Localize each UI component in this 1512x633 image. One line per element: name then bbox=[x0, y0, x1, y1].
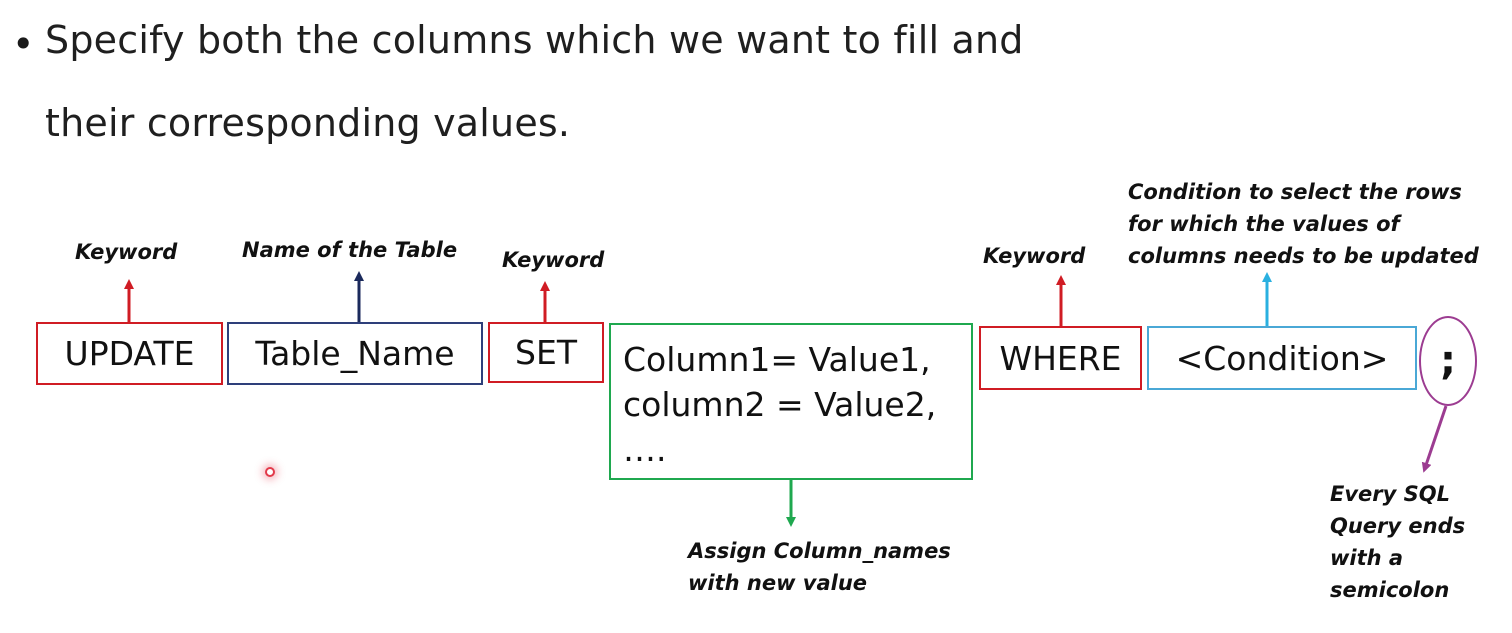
label-table-name: Name of the Table bbox=[242, 238, 458, 262]
label-condition: Condition to select the rows for which t… bbox=[1128, 176, 1479, 272]
label-condition-line-1: Condition to select the rows bbox=[1128, 180, 1462, 204]
label-assign: Assign Column_names with new value bbox=[688, 535, 951, 599]
arrow-semicolon bbox=[1421, 405, 1448, 473]
set-keyword-box: SET bbox=[488, 322, 604, 383]
assignment-line-2: column2 = Value2, bbox=[623, 385, 937, 424]
set-keyword: SET bbox=[515, 333, 577, 372]
condition-placeholder: <Condition> bbox=[1175, 338, 1389, 378]
label-semicolon: Every SQL Query ends with a semicolon bbox=[1330, 478, 1465, 606]
label-assign-line-2: with new value bbox=[688, 571, 868, 595]
table-name-box: Table_Name bbox=[227, 322, 483, 385]
update-keyword-box: UPDATE bbox=[36, 322, 223, 385]
label-keyword-where: Keyword bbox=[983, 244, 1086, 268]
label-assign-line-1: Assign Column_names bbox=[688, 539, 951, 563]
label-condition-line-3: columns needs to be updated bbox=[1128, 244, 1479, 268]
semicolon: ; bbox=[1440, 338, 1456, 384]
assignment-ellipsis: …. bbox=[623, 430, 667, 469]
label-semicolon-line-3: with a bbox=[1330, 546, 1404, 570]
label-semicolon-line-1: Every SQL bbox=[1330, 482, 1450, 506]
where-keyword: WHERE bbox=[999, 338, 1122, 378]
assignment-line-1: Column1= Value1, bbox=[623, 340, 931, 379]
semicolon-oval: ; bbox=[1419, 316, 1477, 406]
label-keyword-update: Keyword bbox=[75, 240, 178, 264]
label-condition-line-2: for which the values of bbox=[1128, 212, 1400, 236]
update-keyword: UPDATE bbox=[64, 334, 195, 373]
table-name: Table_Name bbox=[255, 334, 455, 373]
assignment-list: Column1= Value1, column2 = Value2, …. bbox=[611, 325, 936, 472]
condition-box: <Condition> bbox=[1147, 326, 1417, 390]
label-semicolon-line-4: semicolon bbox=[1330, 578, 1450, 602]
where-keyword-box: WHERE bbox=[979, 326, 1142, 390]
cursor-pointer bbox=[265, 467, 275, 477]
label-keyword-set: Keyword bbox=[502, 248, 605, 272]
label-semicolon-line-2: Query ends bbox=[1330, 514, 1466, 538]
assignment-box: Column1= Value1, column2 = Value2, …. bbox=[609, 323, 973, 480]
